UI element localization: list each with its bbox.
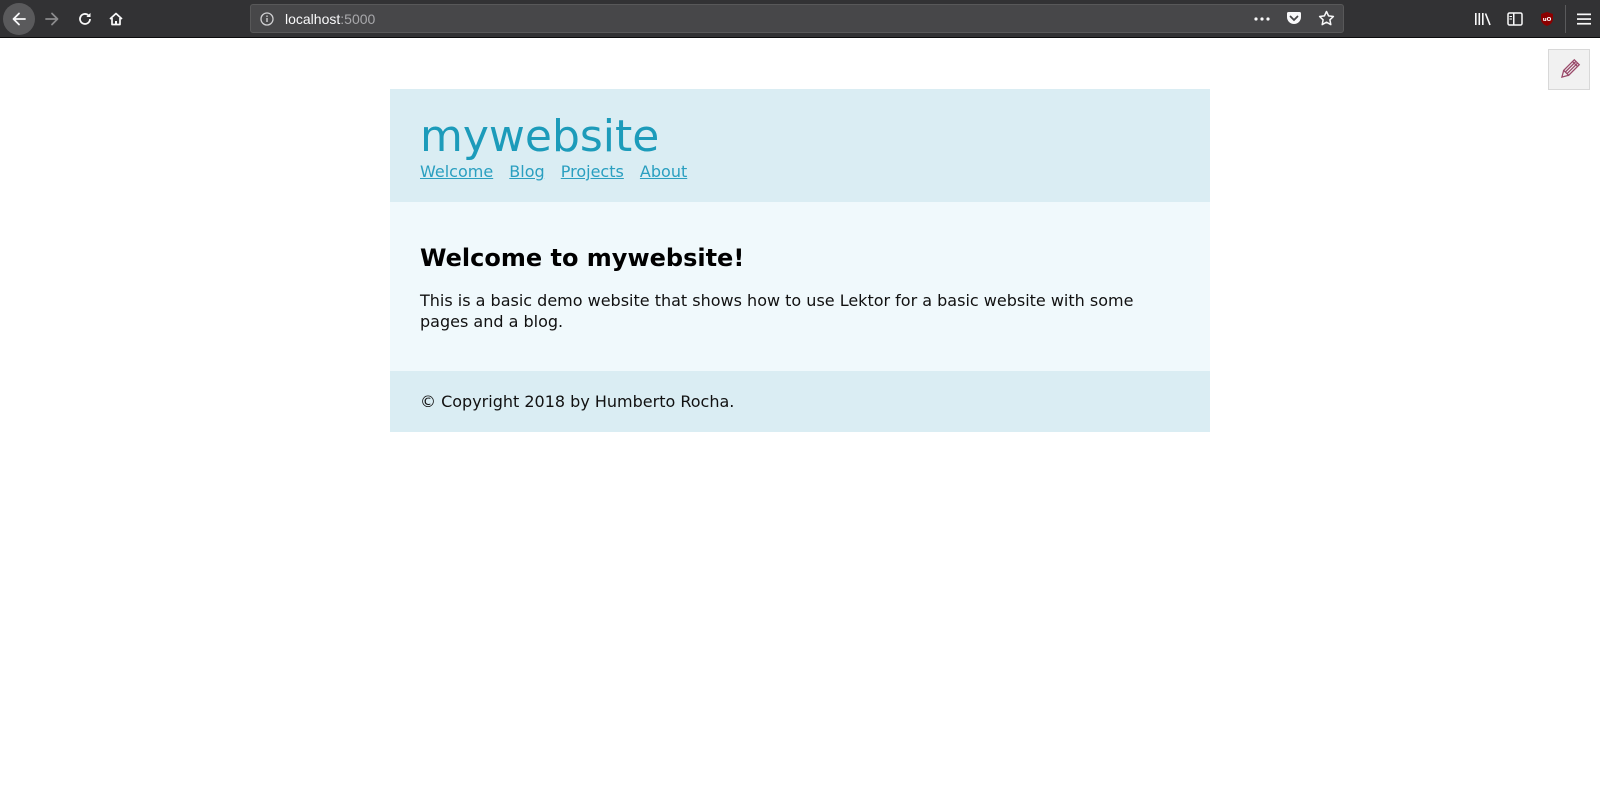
- info-icon[interactable]: [259, 11, 275, 27]
- ublock-icon[interactable]: uO: [1531, 3, 1563, 35]
- site-footer: © Copyright 2018 by Humberto Rocha.: [390, 371, 1210, 432]
- url-bar[interactable]: localhost:5000: [250, 4, 1344, 33]
- url-port: :5000: [340, 10, 376, 27]
- nav-link-projects[interactable]: Projects: [561, 162, 624, 181]
- arrow-right-icon: [45, 12, 59, 26]
- back-button[interactable]: [3, 3, 35, 35]
- home-button[interactable]: [100, 3, 132, 35]
- toolbar-separator: [1565, 5, 1566, 33]
- url-host: localhost: [285, 10, 341, 27]
- pocket-icon[interactable]: [1285, 10, 1303, 28]
- copyright-text: © Copyright 2018 by Humberto Rocha.: [420, 392, 735, 411]
- lektor-edit-button[interactable]: [1548, 49, 1590, 90]
- reload-button[interactable]: [69, 3, 101, 35]
- browser-toolbar: localhost:5000 uO: [0, 0, 1600, 38]
- arrow-left-icon: [12, 12, 26, 26]
- site-main: Welcome to mywebsite! This is a basic de…: [390, 202, 1210, 371]
- ellipsis-icon[interactable]: [1253, 10, 1271, 28]
- forward-button[interactable]: [36, 3, 68, 35]
- star-icon[interactable]: [1317, 10, 1335, 28]
- intro-paragraph: This is a basic demo website that shows …: [420, 291, 1134, 331]
- svg-text:uO: uO: [1543, 17, 1552, 23]
- site-header: mywebsite Welcome Blog Projects About: [390, 89, 1210, 202]
- nav-link-about[interactable]: About: [640, 162, 687, 181]
- library-icon[interactable]: [1467, 3, 1499, 35]
- nav-link-blog[interactable]: Blog: [509, 162, 544, 181]
- site-title[interactable]: mywebsite: [420, 111, 1180, 163]
- reload-icon: [79, 13, 91, 25]
- home-icon: [109, 12, 123, 26]
- sidebar-icon[interactable]: [1499, 3, 1531, 35]
- nav-link-welcome[interactable]: Welcome: [420, 162, 493, 181]
- website-page: mywebsite Welcome Blog Projects About We…: [390, 89, 1210, 432]
- pencil-icon: [1561, 58, 1581, 78]
- hamburger-menu-icon[interactable]: [1568, 3, 1600, 35]
- site-nav: Welcome Blog Projects About: [420, 163, 1180, 181]
- page-heading: Welcome to mywebsite!: [420, 244, 745, 272]
